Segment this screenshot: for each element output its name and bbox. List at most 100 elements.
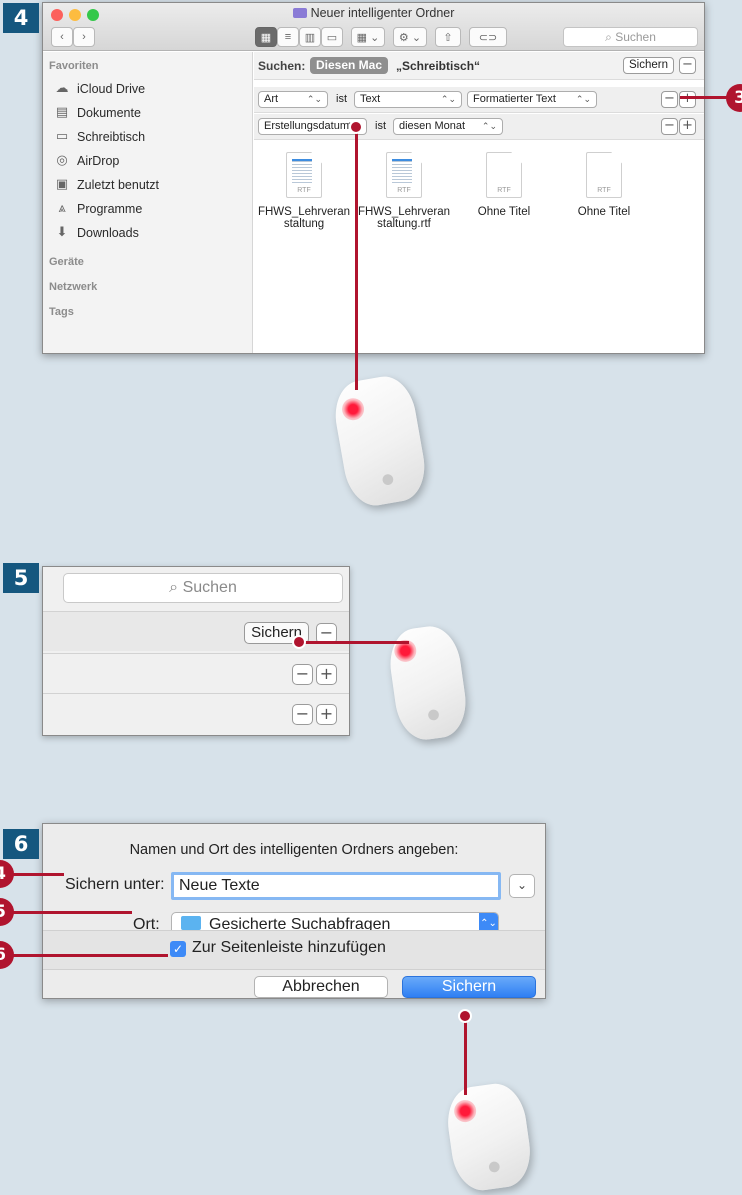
sidebar-item-label: Programme (77, 201, 143, 216)
sidebar-item-desktop[interactable]: ▭ Schreibtisch (53, 129, 145, 144)
save-search-button[interactable]: Sichern (623, 57, 674, 74)
save-as-field[interactable]: Neue Texte (171, 872, 501, 900)
search-icon: ⌕ (605, 30, 612, 44)
sidebar: Favoriten ☁ iCloud Drive ▤ Dokumente ▭ Schr… (43, 52, 253, 353)
share-button[interactable]: ⇧ (435, 27, 461, 47)
column-view-icon: ▥ (304, 31, 316, 44)
icon-view-button[interactable]: ▦ (255, 27, 277, 47)
criteria-value: diesen Monat (399, 120, 466, 132)
callout-badge-3: 3 (726, 84, 742, 112)
minus-icon: − (664, 91, 675, 106)
recents-icon: ▣ (55, 177, 69, 192)
cancel-button[interactable]: Abbrechen (254, 976, 388, 998)
sidebar-item-label: Dokumente (77, 105, 141, 120)
sidebar-item-label: Downloads (77, 225, 139, 240)
file-extension: RTF (397, 187, 411, 194)
search-placeholder: Suchen (615, 30, 656, 44)
action-button[interactable]: ⚙ ⌄ (393, 27, 427, 47)
sidebar-item-icloud[interactable]: ☁ iCloud Drive (53, 81, 146, 96)
add-criteria-button[interactable]: + (316, 664, 337, 685)
file-name: Ohne Titel (477, 206, 531, 218)
group-button[interactable]: ▦ ⌄ (351, 27, 385, 47)
gallery-view-icon: ▭ (326, 31, 338, 44)
search-input[interactable]: ⌕ Suchen (563, 27, 698, 47)
share-icon: ⇧ (443, 31, 453, 44)
back-icon: ‹ (60, 31, 64, 43)
criteria-extra-value: Formatierter Text (473, 93, 556, 105)
callout-line-mouse-2 (299, 641, 409, 644)
add-to-sidebar-checkbox[interactable]: ✓ (170, 941, 186, 957)
gallery-view-button[interactable]: ▭ (321, 27, 343, 47)
criteria-attribute-value: Art (264, 93, 279, 105)
add-criteria-button[interactable]: + (316, 704, 337, 725)
column-view-button[interactable]: ▥ (299, 27, 321, 47)
criteria-attribute-select[interactable]: Art ⌃⌄ (258, 91, 328, 108)
sidebar-header-favorites: Favoriten (49, 60, 99, 72)
plus-icon: + (319, 664, 334, 683)
tag-button[interactable]: ⊂⊃ (469, 27, 507, 47)
back-button[interactable]: ‹ (51, 27, 73, 47)
scope-this-mac-button[interactable]: Diesen Mac (310, 57, 389, 74)
file-name: FHWS_Lehrveran (357, 206, 451, 218)
file-extension: RTF (597, 187, 611, 194)
criteria-row-date: Erstellungsdatum⌃⌄ ist diesen Monat⌃⌄ − … (254, 114, 704, 140)
forward-icon: › (82, 31, 86, 43)
file-extension: RTF (297, 187, 311, 194)
forward-button[interactable]: › (73, 27, 95, 47)
dialog-title: Namen und Ort des intelligenten Ordners … (129, 842, 459, 858)
search-input[interactable]: ⌕ Suchen (63, 573, 343, 603)
apple-logo-icon: ● (487, 1157, 502, 1176)
downloads-icon: ⬇ (56, 225, 68, 240)
remove-criteria-button[interactable]: − (661, 118, 678, 135)
criteria-value-select[interactable]: diesen Monat ⌃⌄ (393, 118, 503, 135)
file-item[interactable]: RTF FHWS_Lehrveran staltung (254, 152, 354, 230)
criteria-extra-select[interactable]: Formatierter Text ⌃⌄ (467, 91, 597, 108)
click-marker (349, 120, 363, 134)
documents-icon: ▤ (55, 105, 69, 120)
popup-arrows-icon: ⌃⌄ (575, 94, 591, 104)
remove-criteria-button[interactable]: − (292, 664, 313, 685)
sidebar-item-airdrop[interactable]: ◎ AirDrop (53, 153, 119, 168)
tag-icon: ⊂⊃ (478, 31, 498, 44)
apple-logo-icon: ● (380, 470, 396, 489)
rtf-document-icon: RTF (586, 152, 622, 198)
add-criteria-button[interactable]: + (679, 91, 696, 108)
action-gear-icon: ⚙ ⌄ (398, 31, 422, 44)
sidebar-item-recents[interactable]: ▣ Zuletzt benutzt (53, 177, 159, 192)
expand-dialog-button[interactable]: ⌄ (509, 874, 535, 898)
airdrop-icon: ◎ (56, 153, 68, 168)
step-badge-6: 6 (3, 829, 39, 859)
list-view-button[interactable]: ≡ (277, 27, 299, 47)
file-item[interactable]: RTF FHWS_Lehrveran staltung.rtf (354, 152, 454, 230)
criteria-attribute-value: Erstellungsdatum (264, 120, 349, 132)
remove-criteria-button[interactable]: − (292, 704, 313, 725)
sidebar-item-downloads[interactable]: ⬇ Downloads (53, 225, 139, 240)
save-button[interactable]: Sichern (402, 976, 536, 998)
plus-icon: + (682, 118, 693, 133)
minus-icon: − (664, 118, 675, 133)
file-item[interactable]: RTF Ohne Titel (554, 152, 654, 218)
click-marker (458, 1009, 472, 1023)
sidebar-item-label: AirDrop (77, 153, 120, 168)
popup-arrows-icon: ⌃⌄ (306, 94, 322, 104)
criteria-value-select[interactable]: Text ⌃⌄ (354, 91, 462, 108)
scope-folder-button[interactable]: „Schreibtisch“ (396, 59, 480, 73)
add-criteria-button[interactable]: + (679, 118, 696, 135)
mouse-illustration: ● (443, 1080, 535, 1194)
criteria-row: − + (43, 653, 349, 693)
rtf-document-icon: RTF (286, 152, 322, 198)
criteria-row: − + (43, 693, 349, 733)
remove-scope-button[interactable]: − (679, 57, 696, 74)
file-item[interactable]: RTF Ohne Titel (454, 152, 554, 218)
sidebar-item-applications[interactable]: ⩓ Programme (53, 201, 142, 216)
sidebar-header-devices: Geräte (49, 256, 84, 268)
criteria-row-kind: Art ⌃⌄ ist Text ⌃⌄ Formatierter Text ⌃⌄ − + (254, 87, 704, 113)
sidebar-header-network: Netzwerk (49, 281, 98, 293)
minus-icon: − (295, 664, 310, 683)
sidebar-header-tags: Tags (49, 306, 74, 318)
callout-line-4 (12, 873, 64, 876)
finder-window: Neuer intelligenter Ordner ‹ › ▦ ≡ ▥ ▭ ▦… (42, 2, 705, 354)
callout-badge-6: 6 (0, 941, 14, 969)
sidebar-item-documents[interactable]: ▤ Dokumente (53, 105, 141, 120)
remove-criteria-button[interactable]: − (661, 91, 678, 108)
